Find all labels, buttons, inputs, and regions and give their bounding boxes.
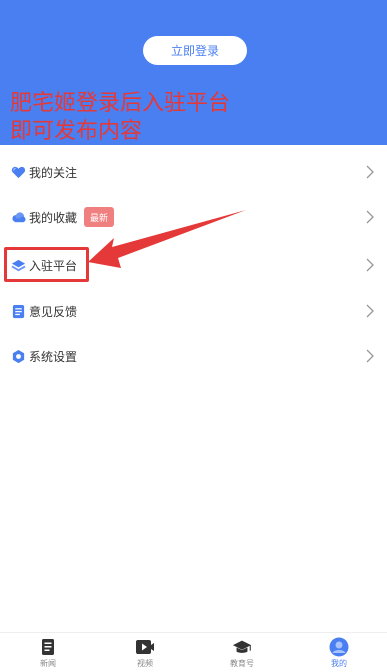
chevron-right-icon: [366, 349, 374, 363]
menu-item-follow[interactable]: 我的关注: [0, 151, 387, 193]
menu-item-label: 意见反馈: [29, 304, 78, 319]
chevron-right-icon: [366, 258, 374, 272]
menu-item-label: 系统设置: [29, 349, 78, 364]
new-badge: 最新: [84, 207, 115, 227]
tab-label: 我的: [331, 659, 347, 668]
menu-item-label: 我的关注: [29, 165, 78, 180]
cloud-icon: [11, 210, 26, 225]
annotation-line-2: 即可发布内容: [10, 119, 143, 144]
annotation-text: 肥宅姬登录后入驻平台 即可发布内容: [10, 90, 230, 146]
tab-education[interactable]: 教育号: [194, 633, 290, 672]
tab-label: 视频: [137, 659, 153, 668]
chevron-right-icon: [366, 304, 374, 318]
menu-item-favorites[interactable]: 我的收藏 最新: [0, 196, 387, 238]
menu-item-label: 我的收藏: [29, 210, 78, 225]
highlight-box: [4, 247, 89, 282]
menu-item-feedback[interactable]: 意见反馈: [0, 290, 387, 332]
chevron-right-icon: [366, 210, 374, 224]
tab-label: 教育号: [230, 659, 254, 668]
annotation-line-1: 肥宅姬登录后入驻平台: [10, 91, 231, 116]
tab-news[interactable]: 新闻: [0, 633, 96, 672]
tab-video[interactable]: 视频: [97, 633, 193, 672]
chevron-right-icon: [366, 165, 374, 179]
heart-icon: [11, 165, 26, 180]
news-icon: [38, 637, 58, 657]
user-icon: [329, 637, 349, 657]
menu-item-settings[interactable]: 系统设置: [0, 335, 387, 377]
tab-label: 新闻: [40, 659, 56, 668]
bottom-tab-bar: 新闻 视频 教育号 我的: [0, 632, 387, 672]
graduation-cap-icon: [232, 637, 252, 657]
settings-icon: [11, 349, 26, 364]
video-icon: [135, 637, 155, 657]
login-button[interactable]: 立即登录: [143, 36, 247, 65]
tab-mine[interactable]: 我的: [291, 633, 387, 672]
document-icon: [11, 304, 26, 319]
